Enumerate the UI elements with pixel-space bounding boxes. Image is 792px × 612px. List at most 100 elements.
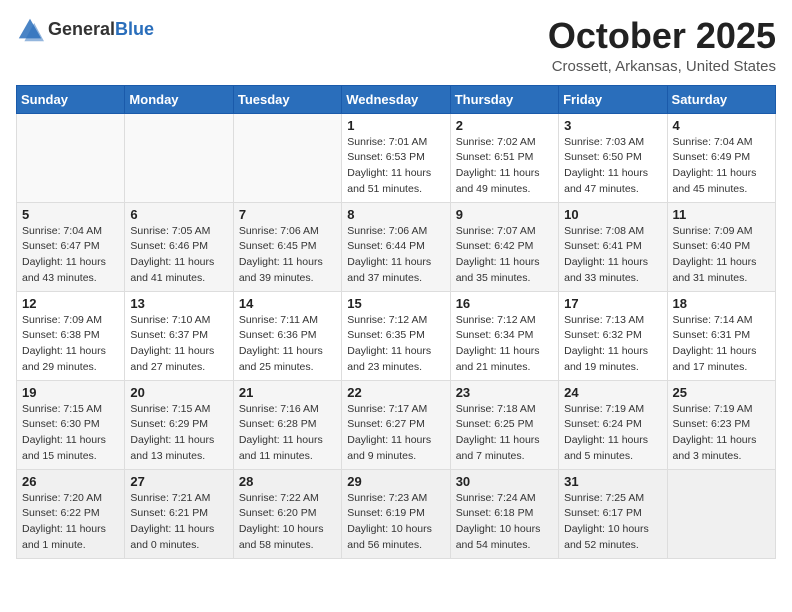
- day-number: 24: [564, 385, 661, 400]
- calendar-week-3: 12 Sunrise: 7:09 AM Sunset: 6:38 PM Dayli…: [17, 291, 776, 380]
- day-info: Sunrise: 7:09 AM Sunset: 6:38 PM Dayligh…: [22, 313, 119, 376]
- calendar-table: SundayMondayTuesdayWednesdayThursdayFrid…: [16, 85, 776, 559]
- calendar-cell: 11 Sunrise: 7:09 AM Sunset: 6:40 PM Dayli…: [667, 202, 775, 291]
- calendar-cell: 13Sunrise: 7:10 AM Sunset: 6:37 PM Dayli…: [125, 291, 233, 380]
- weekday-header-thursday: Thursday: [450, 85, 558, 113]
- day-number: 12: [22, 296, 119, 311]
- calendar-cell: [667, 469, 775, 558]
- day-number: 27: [130, 474, 227, 489]
- calendar-cell: 19 Sunrise: 7:15 AM Sunset: 6:30 PM Dayli…: [17, 380, 125, 469]
- day-number: 4: [673, 118, 770, 133]
- day-number: 3: [564, 118, 661, 133]
- day-number: 14: [239, 296, 336, 311]
- calendar-cell: 7Sunrise: 7:06 AM Sunset: 6:45 PM Daylig…: [233, 202, 341, 291]
- day-info: Sunrise: 7:25 AM Sunset: 6:17 PM Dayligh…: [564, 491, 661, 554]
- calendar-cell: [17, 113, 125, 202]
- day-number: 2: [456, 118, 553, 133]
- day-info: Sunrise: 7:03 AM Sunset: 6:50 PM Dayligh…: [564, 135, 661, 198]
- calendar-cell: [233, 113, 341, 202]
- day-info: Sunrise: 7:02 AM Sunset: 6:51 PM Dayligh…: [456, 135, 553, 198]
- day-info: Sunrise: 7:07 AM Sunset: 6:42 PM Dayligh…: [456, 224, 553, 287]
- calendar-cell: 5 Sunrise: 7:04 AM Sunset: 6:47 PM Daylig…: [17, 202, 125, 291]
- day-info: Sunrise: 7:19 AM Sunset: 6:23 PM Dayligh…: [673, 402, 770, 465]
- day-number: 21: [239, 385, 336, 400]
- day-number: 19: [22, 385, 119, 400]
- day-number: 15: [347, 296, 444, 311]
- day-info: Sunrise: 7:04 AM Sunset: 6:49 PM Dayligh…: [673, 135, 770, 198]
- weekday-header-saturday: Saturday: [667, 85, 775, 113]
- weekday-header-friday: Friday: [559, 85, 667, 113]
- logo: General Blue: [16, 16, 154, 44]
- day-info: Sunrise: 7:09 AM Sunset: 6:40 PM Dayligh…: [673, 224, 770, 287]
- calendar-cell: 9 Sunrise: 7:07 AM Sunset: 6:42 PM Daylig…: [450, 202, 558, 291]
- calendar-cell: 21 Sunrise: 7:16 AM Sunset: 6:28 PM Dayli…: [233, 380, 341, 469]
- day-info: Sunrise: 7:05 AM Sunset: 6:46 PM Dayligh…: [130, 224, 227, 287]
- day-info: Sunrise: 7:14 AM Sunset: 6:31 PM Dayligh…: [673, 313, 770, 376]
- calendar-cell: 10Sunrise: 7:08 AM Sunset: 6:41 PM Dayli…: [559, 202, 667, 291]
- day-info: Sunrise: 7:19 AM Sunset: 6:24 PM Dayligh…: [564, 402, 661, 465]
- calendar-week-1: 1 Sunrise: 7:01 AM Sunset: 6:53 PM Daylig…: [17, 113, 776, 202]
- day-number: 31: [564, 474, 661, 489]
- day-info: Sunrise: 7:20 AM Sunset: 6:22 PM Dayligh…: [22, 491, 119, 554]
- month-title: October 2025: [548, 16, 776, 56]
- calendar-cell: 20 Sunrise: 7:15 AM Sunset: 6:29 PM Dayli…: [125, 380, 233, 469]
- calendar-cell: 16 Sunrise: 7:12 AM Sunset: 6:34 PM Dayli…: [450, 291, 558, 380]
- day-info: Sunrise: 7:08 AM Sunset: 6:41 PM Dayligh…: [564, 224, 661, 287]
- calendar-cell: 15 Sunrise: 7:12 AM Sunset: 6:35 PM Dayli…: [342, 291, 450, 380]
- calendar-cell: 3 Sunrise: 7:03 AM Sunset: 6:50 PM Daylig…: [559, 113, 667, 202]
- day-info: Sunrise: 7:15 AM Sunset: 6:30 PM Dayligh…: [22, 402, 119, 465]
- calendar-week-2: 5 Sunrise: 7:04 AM Sunset: 6:47 PM Daylig…: [17, 202, 776, 291]
- logo-blue: Blue: [115, 20, 154, 40]
- weekday-header-row: SundayMondayTuesdayWednesdayThursdayFrid…: [17, 85, 776, 113]
- day-number: 7: [239, 207, 336, 222]
- day-info: Sunrise: 7:11 AM Sunset: 6:36 PM Dayligh…: [239, 313, 336, 376]
- day-number: 25: [673, 385, 770, 400]
- calendar-cell: 2 Sunrise: 7:02 AM Sunset: 6:51 PM Daylig…: [450, 113, 558, 202]
- day-info: Sunrise: 7:24 AM Sunset: 6:18 PM Dayligh…: [456, 491, 553, 554]
- day-info: Sunrise: 7:12 AM Sunset: 6:35 PM Dayligh…: [347, 313, 444, 376]
- day-number: 18: [673, 296, 770, 311]
- day-info: Sunrise: 7:18 AM Sunset: 6:25 PM Dayligh…: [456, 402, 553, 465]
- calendar-cell: 23 Sunrise: 7:18 AM Sunset: 6:25 PM Dayli…: [450, 380, 558, 469]
- day-info: Sunrise: 7:16 AM Sunset: 6:28 PM Dayligh…: [239, 402, 336, 465]
- day-info: Sunrise: 7:12 AM Sunset: 6:34 PM Dayligh…: [456, 313, 553, 376]
- day-info: Sunrise: 7:04 AM Sunset: 6:47 PM Dayligh…: [22, 224, 119, 287]
- calendar-cell: 12 Sunrise: 7:09 AM Sunset: 6:38 PM Dayli…: [17, 291, 125, 380]
- day-number: 1: [347, 118, 444, 133]
- location: Crossett, Arkansas, United States: [548, 58, 776, 75]
- calendar-cell: 30 Sunrise: 7:24 AM Sunset: 6:18 PM Dayli…: [450, 469, 558, 558]
- calendar-cell: [125, 113, 233, 202]
- calendar-cell: 6Sunrise: 7:05 AM Sunset: 6:46 PM Daylig…: [125, 202, 233, 291]
- day-number: 8: [347, 207, 444, 222]
- calendar-cell: 18 Sunrise: 7:14 AM Sunset: 6:31 PM Dayli…: [667, 291, 775, 380]
- calendar-cell: 29Sunrise: 7:23 AM Sunset: 6:19 PM Dayli…: [342, 469, 450, 558]
- day-info: Sunrise: 7:23 AM Sunset: 6:19 PM Dayligh…: [347, 491, 444, 554]
- day-info: Sunrise: 7:21 AM Sunset: 6:21 PM Dayligh…: [130, 491, 227, 554]
- day-number: 26: [22, 474, 119, 489]
- calendar-cell: 26 Sunrise: 7:20 AM Sunset: 6:22 PM Dayli…: [17, 469, 125, 558]
- page-header: General Blue October 2025 Crossett, Arka…: [16, 16, 776, 75]
- logo-text: General Blue: [48, 20, 154, 40]
- day-number: 11: [673, 207, 770, 222]
- weekday-header-monday: Monday: [125, 85, 233, 113]
- calendar-cell: 31 Sunrise: 7:25 AM Sunset: 6:17 PM Dayli…: [559, 469, 667, 558]
- day-info: Sunrise: 7:22 AM Sunset: 6:20 PM Dayligh…: [239, 491, 336, 554]
- day-number: 30: [456, 474, 553, 489]
- day-number: 16: [456, 296, 553, 311]
- day-number: 13: [130, 296, 227, 311]
- day-number: 20: [130, 385, 227, 400]
- day-number: 9: [456, 207, 553, 222]
- calendar-cell: 22Sunrise: 7:17 AM Sunset: 6:27 PM Dayli…: [342, 380, 450, 469]
- calendar-cell: 14 Sunrise: 7:11 AM Sunset: 6:36 PM Dayli…: [233, 291, 341, 380]
- calendar-cell: 17Sunrise: 7:13 AM Sunset: 6:32 PM Dayli…: [559, 291, 667, 380]
- weekday-header-wednesday: Wednesday: [342, 85, 450, 113]
- day-number: 17: [564, 296, 661, 311]
- calendar-week-4: 19 Sunrise: 7:15 AM Sunset: 6:30 PM Dayli…: [17, 380, 776, 469]
- calendar-cell: 1 Sunrise: 7:01 AM Sunset: 6:53 PM Daylig…: [342, 113, 450, 202]
- day-info: Sunrise: 7:01 AM Sunset: 6:53 PM Dayligh…: [347, 135, 444, 198]
- day-info: Sunrise: 7:15 AM Sunset: 6:29 PM Dayligh…: [130, 402, 227, 465]
- day-number: 5: [22, 207, 119, 222]
- title-section: October 2025 Crossett, Arkansas, United …: [548, 16, 776, 75]
- day-number: 23: [456, 385, 553, 400]
- calendar-cell: 28Sunrise: 7:22 AM Sunset: 6:20 PM Dayli…: [233, 469, 341, 558]
